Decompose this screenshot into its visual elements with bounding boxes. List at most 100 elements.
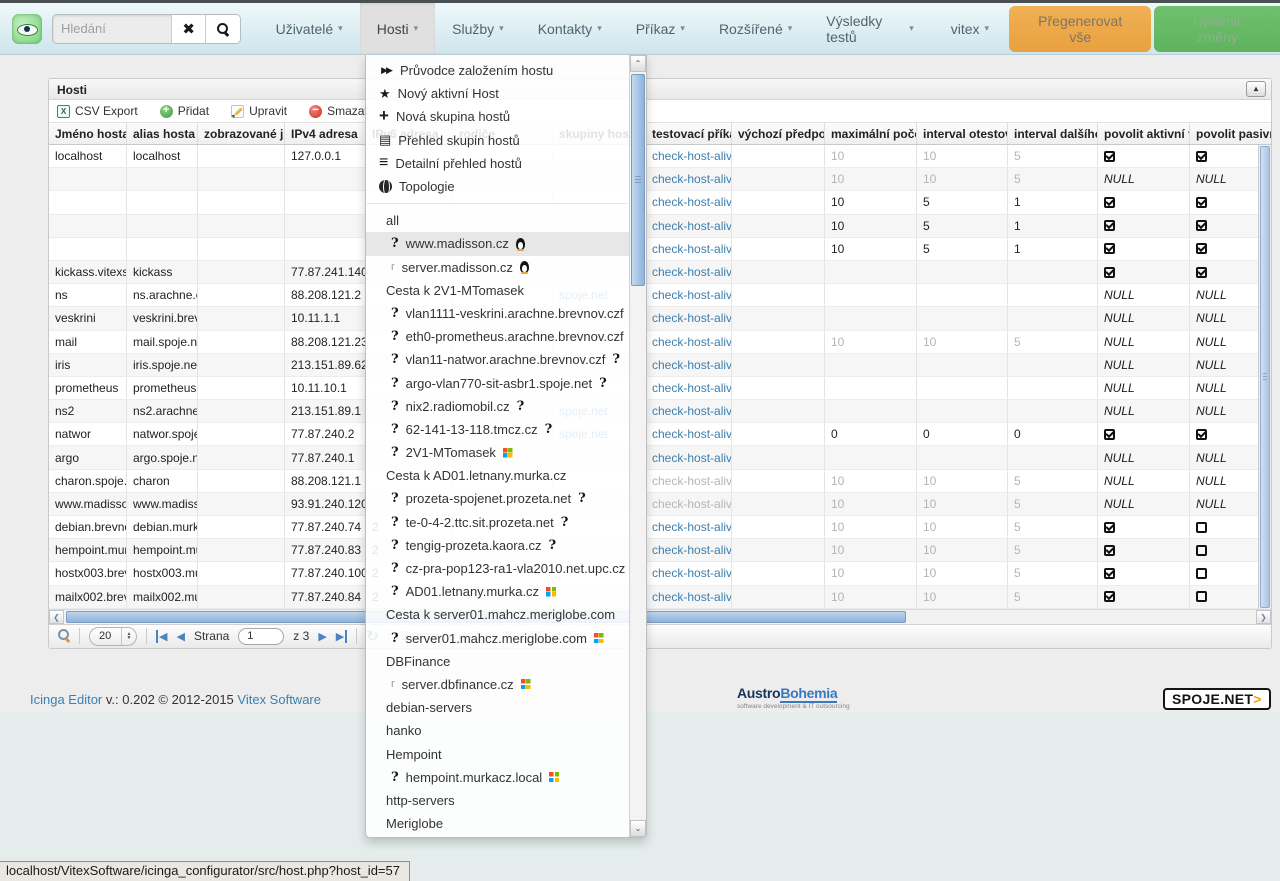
table-row[interactable]: natwornatwor.spoje.net77.87.240.2spoje.n…	[49, 423, 1271, 447]
scroll-down-icon[interactable]: ⌄	[630, 820, 646, 837]
menu-item-2v1-mtomasek[interactable]: ? 2V1-MTomasek	[366, 441, 629, 464]
check-command-link[interactable]: check-host-alive	[652, 404, 731, 418]
check-command-link[interactable]: check-host-alive	[652, 288, 731, 302]
last-page-button[interactable]: ▶	[336, 629, 348, 643]
scroll-right-icon[interactable]: ❯	[1256, 609, 1271, 624]
check-command-link[interactable]: check-host-alive	[652, 520, 731, 534]
column-header-retry[interactable]: interval dalšího po	[1007, 123, 1097, 144]
table-row[interactable]: kickass.vitexsoftware kickass 77.87.241.14…	[49, 260, 1271, 285]
table-row[interactable]: localhost localhost 127.0.0.1 check-host-al…	[49, 145, 1271, 169]
icinga-editor-link[interactable]: Icinga Editor	[30, 692, 102, 707]
column-header-alias[interactable]: alias hosta	[126, 123, 197, 144]
table-row[interactable]: veskrini veskrini.brevnov.cz 10.11.1.1 chec…	[49, 307, 1271, 331]
vitex-software-link[interactable]: Vitex Software	[237, 692, 321, 707]
table-row[interactable]: check-host-alive 10 5 1	[49, 214, 1271, 238]
menu-item-p-ehled-skupin-host[interactable]: ▤ Přehled skupin hostů	[366, 129, 629, 152]
icinga-eye-logo[interactable]	[12, 13, 42, 44]
menu-item-62-141-13-118-tmcz-cz[interactable]: ? 62-141-13-118.tmcz.cz?	[366, 418, 629, 441]
table-row[interactable]: iris iris.spoje.net 213.151.89.62 check-hos…	[49, 353, 1271, 377]
column-header-cmd[interactable]: testovací příkaz	[645, 123, 731, 144]
table-row[interactable]: argo argo.spoje.net 77.87.240.1 check-host-…	[49, 446, 1271, 470]
menu-item-tengig-prozeta-kaora-cz[interactable]: ? tengig-prozeta.kaora.cz?	[366, 534, 629, 557]
check-command-link[interactable]: check-host-alive	[652, 242, 731, 256]
spinner-icons[interactable]: ▲ ▼	[121, 627, 136, 645]
horizontal-scrollbar[interactable]: ❮ ❯	[49, 608, 1271, 624]
menu-item-topologie[interactable]: Topologie	[366, 175, 629, 198]
page-number-input[interactable]: 1	[238, 627, 285, 645]
check-command-link[interactable]: check-host-alive	[652, 311, 731, 325]
apply-changes-button[interactable]: Uplatnit změny	[1154, 5, 1280, 52]
menu-item-hempoint[interactable]: Hempoint	[366, 742, 629, 765]
clear-search-button[interactable]: ✖	[171, 14, 206, 43]
nav-item-u-ivatel[interactable]: Uživatelé ▾	[259, 3, 360, 54]
check-command-link[interactable]: check-host-alive	[652, 543, 731, 557]
scroll-up-icon[interactable]: ⌃	[630, 55, 646, 72]
menu-item-cesta-k-server01-mahcz-meriglobe-com[interactable]: Cesta k server01.mahcz.meriglobe.com	[366, 603, 629, 626]
user-menu[interactable]: vitex ▾	[931, 3, 1009, 54]
menu-item-te-0-4-2-ttc-sit-prozeta-net[interactable]: ? te-0-4-2.ttc.sit.prozeta.net?	[366, 511, 629, 534]
menu-item-prozeta-spojenet-prozeta-net[interactable]: ? prozeta-spojenet.prozeta.net?	[366, 487, 629, 510]
menu-item-detailn-p-ehled-host[interactable]: ≡ Detailní přehled hostů	[366, 152, 629, 175]
column-header-max[interactable]: maximální počet p	[824, 123, 916, 144]
check-command-link[interactable]: check-host-alive	[652, 381, 731, 395]
table-row[interactable]: debian.brevnov.mu debian.murkacz.lo 77.87.…	[49, 516, 1271, 540]
nav-item-hosti[interactable]: Hosti ▾	[359, 3, 436, 54]
nav-item-p-kaz[interactable]: Příkaz ▾	[619, 3, 702, 54]
check-command-link[interactable]: check-host-alive	[652, 451, 731, 465]
nav-item-roz-en[interactable]: Rozšířené ▾	[702, 3, 809, 54]
menu-item-server-madisson-cz[interactable]: r server.madisson.cz	[366, 256, 629, 279]
prev-page-button[interactable]: ◀	[176, 630, 184, 643]
column-header-display[interactable]: zobrazované jmén	[197, 123, 284, 144]
menu-item-pr-vodce-zalo-en-m-hostu[interactable]: ▶▶ Průvodce založením hostu	[366, 59, 629, 82]
search-button[interactable]	[205, 14, 240, 43]
menu-item-nov-skupina-host[interactable]: + Nová skupina hostů	[366, 105, 629, 128]
toolbar-button-csv-export[interactable]: CSV Export	[57, 104, 138, 118]
nav-item-slu-by[interactable]: Služby ▾	[435, 3, 521, 54]
scroll-left-icon[interactable]: ❮	[49, 609, 64, 624]
menu-item-server-dbfinance-cz[interactable]: r server.dbfinance.cz	[366, 673, 629, 696]
page-size-select[interactable]: 20 ▲ ▼	[89, 626, 137, 646]
column-header-active[interactable]: povolit aktivní testy	[1097, 123, 1189, 144]
menu-item-cesta-k-2v1-mtomasek[interactable]: Cesta k 2V1-MTomasek	[366, 279, 629, 302]
vertical-scrollbar[interactable]	[1258, 145, 1271, 609]
menu-item-hanko[interactable]: hanko	[366, 719, 629, 742]
table-row[interactable]: mailx002.brevnov.m mailx002.murkacz. 77.87…	[49, 585, 1271, 609]
menu-item-vlan1111-veskrini-arachne-brevnov-czf[interactable]: ?vlan1111-veskrini.arachne.brevnov.czf?	[366, 302, 629, 325]
column-header-passive[interactable]: povolit pasivní t	[1189, 123, 1271, 144]
menu-item-http-servers[interactable]: http-servers	[366, 789, 629, 812]
first-page-button[interactable]: ◀	[156, 629, 167, 643]
menu-item-all[interactable]: all	[366, 209, 629, 232]
table-row[interactable]: check-host-alive 10 5 1	[49, 237, 1271, 261]
regenerate-all-button[interactable]: Přegenerovat vše	[1009, 5, 1152, 52]
check-command-link[interactable]: check-host-alive	[652, 566, 731, 580]
menu-item-debian-servers[interactable]: debian-servers	[366, 696, 629, 719]
check-command-link[interactable]: check-host-alive	[652, 358, 731, 372]
menu-item-eth0-prometheus-arachne-brevnov-czf[interactable]: ?eth0-prometheus.arachne.brevnov.czf?	[366, 325, 629, 348]
check-command-link[interactable]: check-host-alive	[652, 335, 731, 349]
spojenet-logo[interactable]: SPOJE.NET>	[1163, 688, 1271, 710]
table-search-icon[interactable]	[57, 628, 70, 644]
table-row[interactable]: nsns.arachne.cz88.208.121.2spoje.netchec…	[49, 284, 1271, 308]
table-row[interactable]: hostx003.brevnov. hostx003.murkacz 77.87.2…	[49, 562, 1271, 586]
nav-item-kontakty[interactable]: Kontakty ▾	[521, 3, 619, 54]
check-command-link[interactable]: check-host-alive	[652, 265, 731, 279]
menu-item-ad01-letnany-murka-cz[interactable]: ? AD01.letnany.murka.cz	[366, 580, 629, 603]
table-row[interactable]: check-host-alive 10 10 5 NULL NULL	[49, 168, 1271, 192]
check-command-link[interactable]: check-host-alive	[652, 427, 731, 441]
austrobohemia-logo[interactable]: AustroBohemia software development & IT …	[737, 685, 850, 712]
collapse-panel-button[interactable]: ▴	[1246, 81, 1266, 97]
check-command-link[interactable]: check-host-alive	[652, 149, 731, 163]
menu-item-dbfinance[interactable]: DBFinance	[366, 650, 629, 673]
toolbar-button-p-idat[interactable]: Přidat	[159, 104, 209, 118]
column-header-name[interactable]: Jméno hosta	[49, 123, 126, 144]
check-command-link[interactable]: check-host-alive	[652, 590, 731, 604]
table-row[interactable]: prometheus prometheus.brevn 10.11.10.1 chec…	[49, 376, 1271, 401]
menu-item-vlan11-natwor-arachne-brevnov-czf[interactable]: ? vlan11-natwor.arachne.brevnov.czf?	[366, 348, 629, 371]
menu-item-hempoint-murkacz-local[interactable]: ? hempoint.murkacz.local	[366, 766, 629, 789]
check-command-link[interactable]: check-host-alive	[652, 172, 731, 186]
menu-scrollbar-thumb[interactable]	[631, 74, 645, 286]
table-row[interactable]: ns2ns2.arachne.cz213.151.89.1spoje.netch…	[49, 400, 1271, 424]
check-command-link[interactable]: check-host-alive	[652, 219, 731, 233]
check-command-link[interactable]: check-host-alive	[652, 195, 731, 209]
menu-item-cesta-k-ad01-letnany-murka-cz[interactable]: Cesta k AD01.letnany.murka.cz	[366, 464, 629, 487]
